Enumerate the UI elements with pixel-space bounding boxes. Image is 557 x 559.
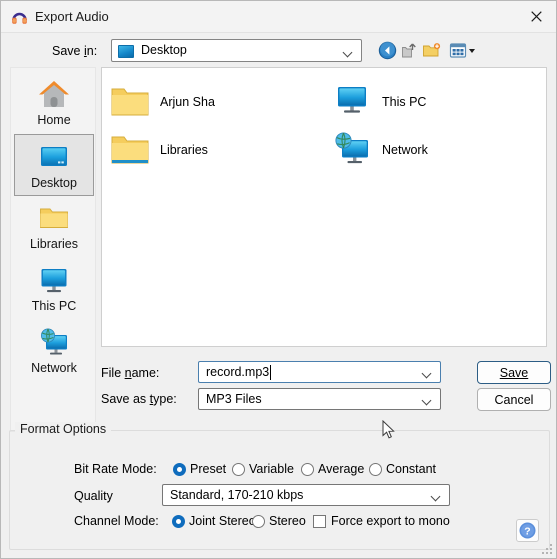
up-folder-icon [402,43,416,58]
sidebar-item-desktop[interactable]: Desktop [14,134,94,196]
help-question-icon: ? [519,522,536,539]
checkbox-label: Force export to mono [331,514,450,528]
network-icon [41,328,67,355]
quality-value: Standard, 170-210 kbps [170,488,304,502]
radio-dot-icon [172,514,185,528]
checkbox-force-export-to-mono[interactable]: Force export to mono [313,514,450,528]
cancel-button-label: Cancel [494,392,534,407]
close-button[interactable] [514,1,556,32]
sidebar-item-label: This PC [31,299,77,313]
save-in-value: Desktop [141,43,187,57]
radio-bitrate-variable[interactable]: Variable [232,462,294,476]
save-button[interactable]: Save [477,361,551,384]
save-in-label: Save in: [52,44,98,58]
list-item-label: Libraries [160,143,208,157]
list-item-label: Arjun Sha [160,95,215,109]
radio-bitrate-average[interactable]: Average [301,462,364,476]
format-options-legend: Format Options [15,422,112,436]
radio-label: Preset [190,462,227,476]
svg-text:?: ? [524,525,530,537]
cancel-button[interactable]: Cancel [477,388,551,411]
new-folder-icon [423,43,441,57]
back-arrow-icon [378,41,397,60]
up-one-level-button[interactable] [399,40,421,61]
create-new-folder-button[interactable] [421,40,443,61]
close-icon [530,11,542,22]
chevron-down-icon [344,49,353,54]
radio-channel-stereo[interactable]: Stereo [252,514,306,528]
resize-grip[interactable] [541,543,554,556]
bit-rate-mode-label: Bit Rate Mode: [74,462,157,476]
checkbox-box-icon [313,514,326,528]
window-title: Export Audio [35,9,109,24]
save-button-label: Save [499,365,529,380]
radio-dot-icon [369,462,382,476]
radio-label: Average [318,462,365,476]
desktop-icon [118,45,134,58]
file-name-value: record.mp3 [206,365,270,379]
monitor-icon [41,269,67,293]
sidebar-item-label: Libraries [30,237,78,251]
radio-dot-icon [232,462,245,476]
views-button[interactable] [448,40,478,61]
radio-dot-icon [301,462,314,476]
list-item-label: This PC [382,95,427,109]
home-icon [39,81,69,107]
folder-icon [111,88,149,116]
sidebar-item-label: Network [31,361,77,375]
sidebar-item-home[interactable]: Home [14,72,94,134]
sidebar-item-network[interactable]: Network [14,320,94,382]
back-button[interactable] [377,40,399,61]
places-sidebar: Home Desktop Libraries This PC Network [10,67,96,432]
chevron-down-icon[interactable] [423,397,432,402]
sidebar-item-libraries[interactable]: Libraries [14,196,94,258]
radio-label: Stereo [269,514,306,528]
file-name-label: File name: [101,366,160,380]
title-bar: Export Audio [1,1,556,33]
radio-channel-joint-stereo[interactable]: Joint Stereo [172,514,256,528]
file-name-input[interactable]: record.mp3 [198,361,441,383]
save-as-type-label: Save as type: [101,392,177,406]
file-list[interactable]: Arjun Sha Libraries This PC Network [101,67,547,347]
radio-bitrate-preset[interactable]: Preset [173,462,226,476]
save-in-combobox[interactable]: Desktop [111,39,362,62]
sidebar-item-label: Desktop [31,176,77,190]
save-as-type-combobox[interactable]: MP3 Files [198,388,441,410]
list-item[interactable]: Arjun Sha [108,78,215,126]
desktop-icon [41,147,67,166]
monitor-icon [338,87,366,113]
sidebar-item-this-pc[interactable]: This PC [14,258,94,320]
list-item-label: Network [382,143,428,157]
list-item[interactable]: Libraries [108,126,208,174]
radio-dot-icon [173,462,186,476]
quality-label: Quality [74,489,113,503]
export-audio-dialog: Export Audio Save in: Desktop Home Deskt… [0,0,557,559]
views-grid-icon [449,43,475,58]
save-as-type-value: MP3 Files [206,392,262,406]
radio-label: Constant [386,462,437,476]
audacity-headphones-icon [11,9,28,26]
folder-icon [111,136,149,164]
chevron-down-icon[interactable] [423,370,432,375]
radio-label: Joint Stereo [189,514,256,528]
list-item[interactable]: This PC [330,78,426,126]
channel-mode-label: Channel Mode: [74,514,159,528]
folder-icon [40,208,68,228]
radio-dot-icon [252,514,265,528]
chevron-down-icon[interactable] [432,493,441,498]
radio-bitrate-constant[interactable]: Constant [369,462,436,476]
text-caret [270,365,272,380]
list-item[interactable]: Network [330,126,428,174]
sidebar-item-label: Home [37,113,71,127]
radio-label: Variable [249,462,294,476]
quality-combobox[interactable]: Standard, 170-210 kbps [162,484,450,506]
network-icon [335,132,368,164]
help-button[interactable]: ? [516,519,539,542]
